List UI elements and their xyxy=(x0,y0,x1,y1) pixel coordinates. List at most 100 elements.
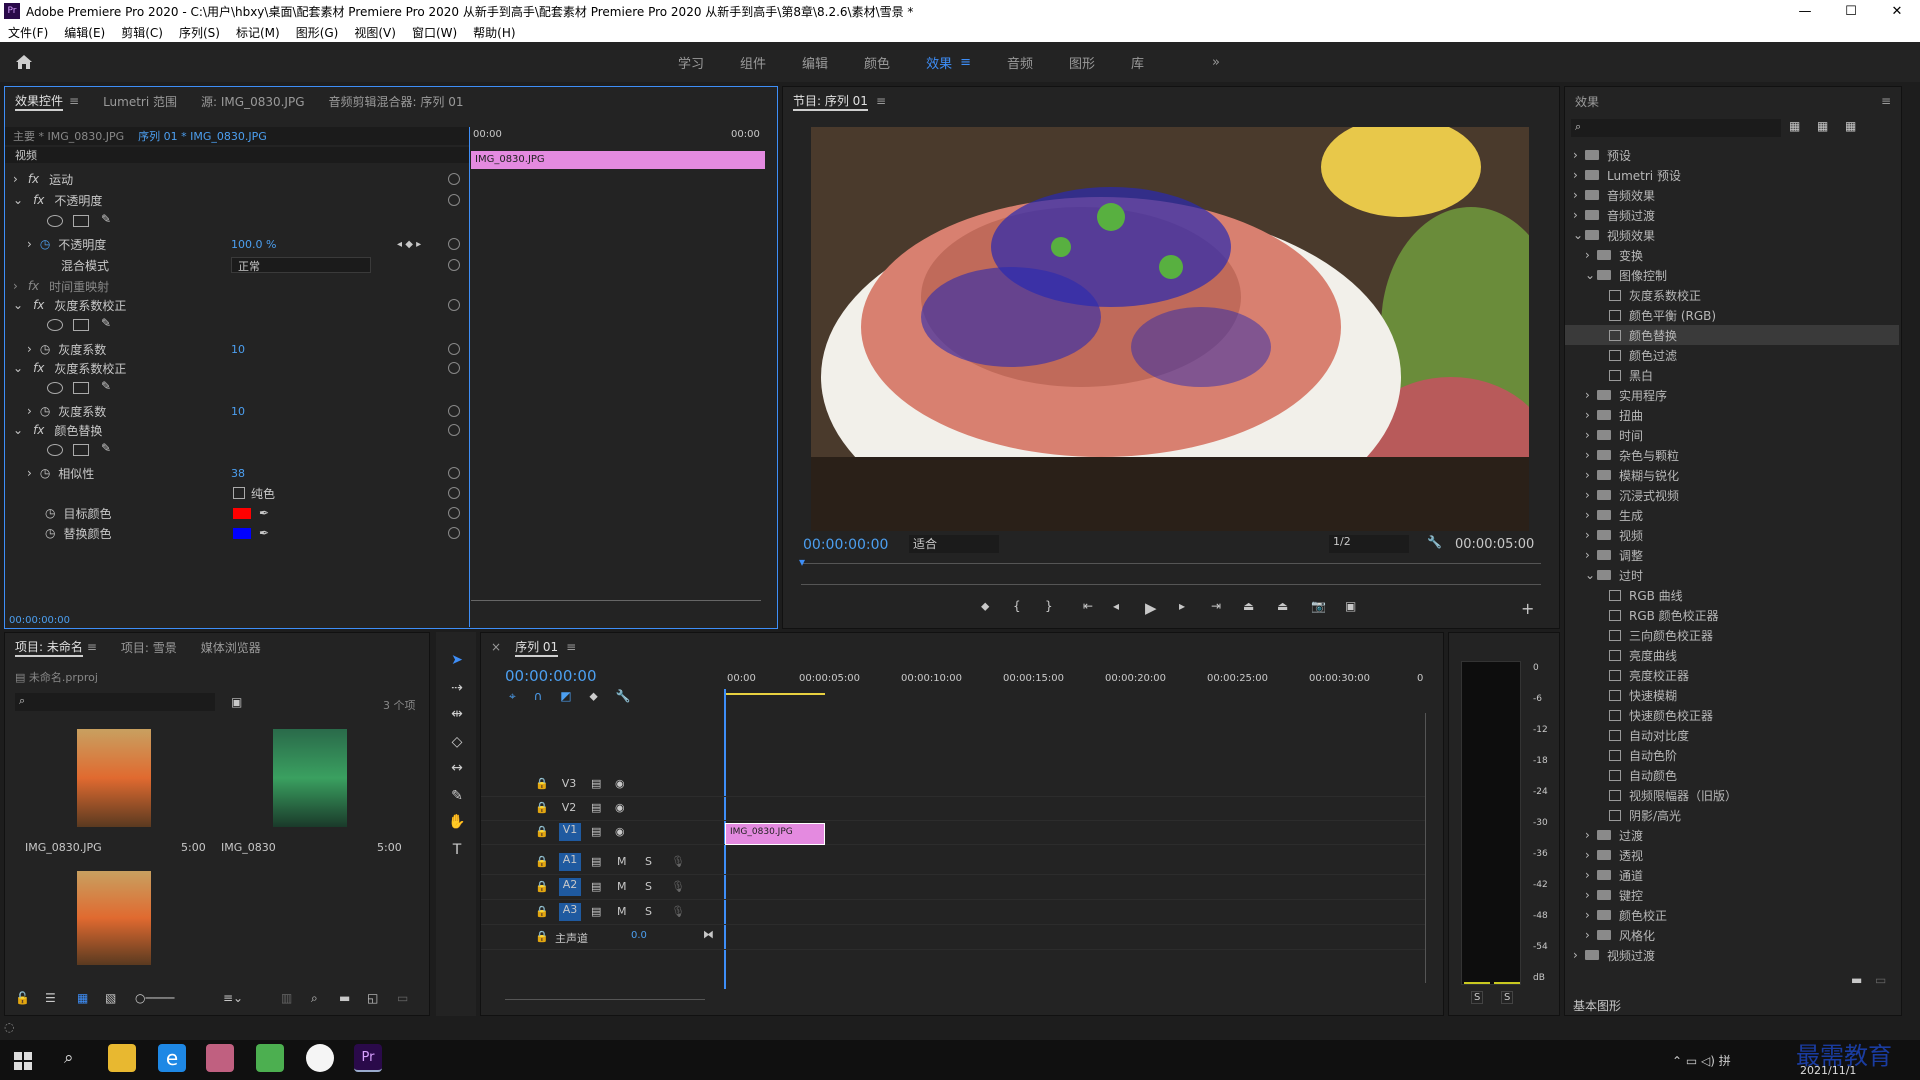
reset-icon[interactable] xyxy=(448,343,460,355)
effects-tree-item[interactable]: › 生成 xyxy=(1565,505,1899,525)
gamma-value-1[interactable]: 10 xyxy=(231,343,245,356)
program-video-frame[interactable] xyxy=(811,127,1529,531)
effects-tree-item[interactable]: 阴影/高光 xyxy=(1565,805,1899,825)
menu-graphics[interactable]: 图形(G) xyxy=(288,24,347,41)
effects-tree-item[interactable]: 快速模糊 xyxy=(1565,685,1899,705)
sync-lock-icon[interactable]: ▤ xyxy=(591,905,601,918)
32bit-effects-icon[interactable]: ▦ xyxy=(1817,119,1828,133)
chevron-right-icon[interactable]: › xyxy=(1585,448,1597,462)
wrench-icon[interactable]: 🔧 xyxy=(1427,535,1442,549)
track-label[interactable]: V3 xyxy=(559,777,579,790)
program-playhead[interactable]: ▾ xyxy=(799,555,805,569)
reset-icon[interactable] xyxy=(448,467,460,479)
pen-tool-icon[interactable]: ✎ xyxy=(446,788,468,810)
timeline-v-scroll[interactable] xyxy=(1425,713,1426,983)
reset-icon[interactable] xyxy=(448,527,460,539)
rectangle-mask-icon[interactable] xyxy=(73,382,89,394)
reset-icon[interactable] xyxy=(448,259,460,271)
timeline-h-scroll[interactable] xyxy=(505,999,705,1000)
freeform-view-icon[interactable]: ▧ xyxy=(105,991,116,1005)
effects-tree-item[interactable]: ⌄ 视频效果 xyxy=(1565,225,1899,245)
gamma-value-2[interactable]: 10 xyxy=(231,405,245,418)
app-icon[interactable] xyxy=(256,1044,284,1072)
sync-lock-icon[interactable]: ▤ xyxy=(591,777,601,790)
menu-window[interactable]: 窗口(W) xyxy=(404,24,465,41)
eye-icon[interactable]: ◉ xyxy=(615,801,625,814)
slip-tool-icon[interactable]: ↔ xyxy=(446,760,468,782)
clear-icon[interactable]: ▭ xyxy=(397,991,408,1005)
reset-icon[interactable] xyxy=(448,487,460,499)
premiere-taskbar-icon[interactable]: Pr xyxy=(354,1044,382,1072)
lock-icon[interactable]: 🔒 xyxy=(535,801,549,814)
mute-button[interactable]: M xyxy=(617,880,627,893)
track-label[interactable]: V2 xyxy=(559,801,579,814)
chevron-right-icon[interactable]: › xyxy=(1585,868,1597,882)
master-clip-label[interactable]: 主要 * IMG_0830.JPG xyxy=(13,128,124,144)
effects-tree-item[interactable]: › 视频过渡 xyxy=(1565,945,1899,965)
new-bin-icon[interactable]: ▬ xyxy=(1851,973,1862,987)
chevron-right-icon[interactable]: › xyxy=(1585,388,1597,402)
mic-icon[interactable]: 🎙 xyxy=(671,855,685,868)
track-label[interactable]: A3 xyxy=(559,903,581,921)
keyframe-nav-icon[interactable]: ◂ ◆ ▸ xyxy=(397,239,421,250)
timeline-clip[interactable]: IMG_0830.JPG xyxy=(725,823,825,845)
chevron-right-icon[interactable]: › xyxy=(1585,848,1597,862)
go-to-in-icon[interactable]: ⇤ xyxy=(1083,599,1093,613)
home-icon[interactable] xyxy=(14,52,34,72)
effects-tree-item[interactable]: 自动色阶 xyxy=(1565,745,1899,765)
track-v3[interactable]: 🔒 V3 ▤ ◉ xyxy=(481,773,1425,797)
timeline-settings-icon[interactable]: 🔧 xyxy=(616,689,631,703)
track-label[interactable]: V1 xyxy=(559,823,581,841)
chevron-right-icon[interactable]: › xyxy=(1585,548,1597,562)
chevron-right-icon[interactable]: › xyxy=(1573,148,1585,162)
panel-menu-icon[interactable]: ≡ xyxy=(1881,94,1891,108)
project-search-input[interactable]: ⌕ xyxy=(15,693,215,711)
essential-graphics-tab[interactable]: 基本图形 xyxy=(1573,997,1621,1014)
tab-audio-clip-mixer[interactable]: 音频剪辑混合器: 序列 01 xyxy=(329,93,464,110)
mic-icon[interactable]: 🎙 xyxy=(671,880,685,893)
reset-icon[interactable] xyxy=(448,299,460,311)
automate-icon[interactable]: ▥ xyxy=(281,991,292,1005)
add-marker-icon[interactable]: ⬥ xyxy=(981,599,989,614)
effects-tree-item[interactable]: › 通道 xyxy=(1565,865,1899,885)
effects-tree-item[interactable]: 颜色替换 xyxy=(1565,325,1899,345)
track-a1[interactable]: 🔒 A1 ▤ M S 🎙 xyxy=(481,851,1425,875)
menu-clip[interactable]: 剪辑(C) xyxy=(113,24,171,41)
pen-mask-icon[interactable]: ✎ xyxy=(101,441,111,455)
chevron-right-icon[interactable]: › xyxy=(1585,508,1597,522)
mute-button[interactable]: M xyxy=(617,855,627,868)
chevron-right-icon[interactable]: › xyxy=(1585,468,1597,482)
tab-project-untitled[interactable]: 项目: 未命名 xyxy=(15,638,83,657)
ec-timecode[interactable]: 00:00:00:00 xyxy=(5,615,775,629)
effects-tree-item[interactable]: › 模糊与锐化 xyxy=(1565,465,1899,485)
chevron-right-icon[interactable]: › xyxy=(1573,208,1585,222)
chevron-right-icon[interactable]: › xyxy=(1585,888,1597,902)
rectangle-mask-icon[interactable] xyxy=(73,444,89,456)
program-zoom-bar[interactable] xyxy=(801,584,1541,585)
workspace-tab-assembly[interactable]: 组件 xyxy=(740,53,766,72)
new-bin-from-search-icon[interactable]: ▣ xyxy=(231,695,242,709)
track-label[interactable]: A2 xyxy=(559,878,581,896)
eye-icon[interactable]: ◉ xyxy=(615,777,625,790)
mark-out-icon[interactable]: } xyxy=(1045,599,1053,613)
close-sequence-icon[interactable]: × xyxy=(491,640,501,654)
blend-mode-select[interactable]: 正常 xyxy=(231,257,371,273)
opacity-value[interactable]: 100.0 % xyxy=(231,238,276,251)
menu-file[interactable]: 文件(F) xyxy=(0,24,56,41)
ec-zoom-bar[interactable] xyxy=(471,600,761,601)
effect-color-replace[interactable]: ⌄ fx 颜色替换 xyxy=(5,420,465,440)
effects-tree-item[interactable]: › 杂色与颗粒 xyxy=(1565,445,1899,465)
workspace-menu-icon[interactable]: ≡ xyxy=(960,55,971,70)
chevron-right-icon[interactable]: › xyxy=(1573,948,1585,962)
timeline-timecode[interactable]: 00:00:00:00 xyxy=(505,667,597,685)
effect-motion[interactable]: › fx 运动 xyxy=(5,169,465,189)
menu-help[interactable]: 帮助(H) xyxy=(465,24,523,41)
chevron-right-icon[interactable]: › xyxy=(1585,428,1597,442)
effects-tree-item[interactable]: 自动对比度 xyxy=(1565,725,1899,745)
zoom-slider[interactable]: ○──── xyxy=(135,991,174,1005)
effects-tree-item[interactable]: › 音频效果 xyxy=(1565,185,1899,205)
track-v2[interactable]: 🔒 V2 ▤ ◉ xyxy=(481,797,1425,821)
linked-selection-icon[interactable]: ∩ xyxy=(534,689,543,703)
effects-tree-item[interactable]: 灰度系数校正 xyxy=(1565,285,1899,305)
effects-tree-item[interactable]: › 调整 xyxy=(1565,545,1899,565)
